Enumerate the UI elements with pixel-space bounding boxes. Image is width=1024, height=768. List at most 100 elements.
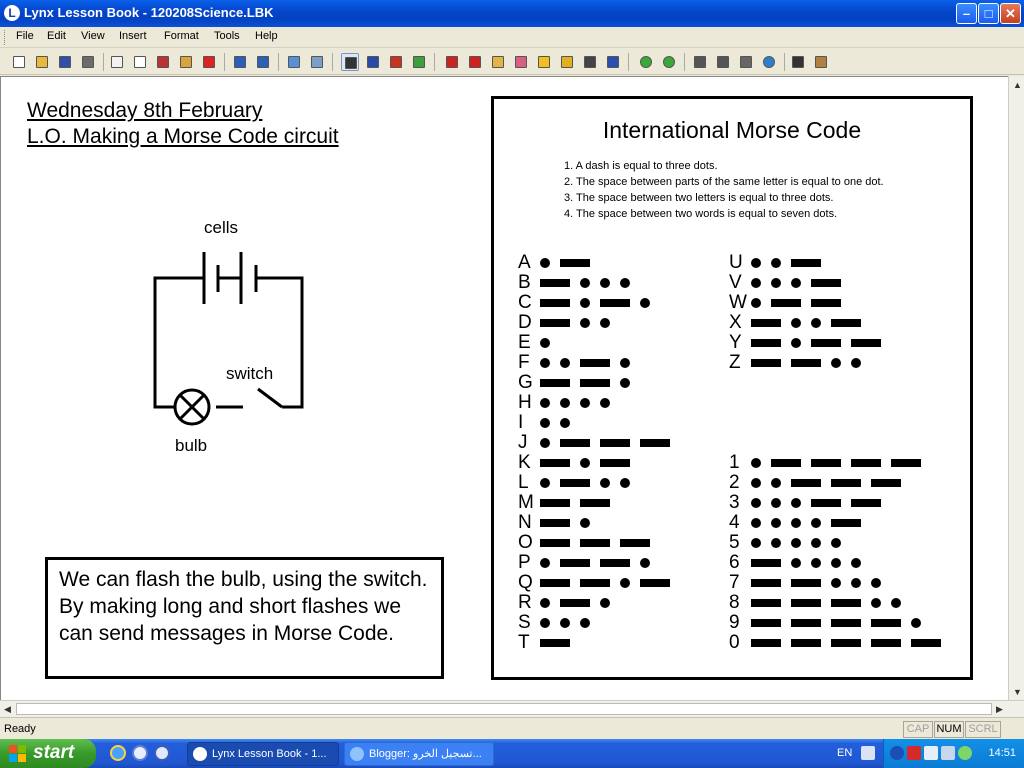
scroll-up-icon[interactable]: ▲ [1013, 80, 1022, 90]
brush-button[interactable] [410, 53, 428, 71]
morse-dash [831, 479, 861, 487]
morse-dot [540, 438, 550, 448]
fill-button[interactable] [466, 53, 484, 71]
maximize-button[interactable]: □ [978, 3, 999, 24]
delete-button[interactable] [200, 53, 218, 71]
morse-character: W [729, 292, 747, 313]
heading-date: Wednesday 8th February [27, 99, 263, 122]
tray-arrow-icon[interactable] [890, 746, 904, 760]
morse-dash [771, 459, 801, 467]
eraser-button[interactable] [512, 53, 530, 71]
globe-button[interactable] [760, 53, 778, 71]
horizontal-scrollbar[interactable]: ◀ ▶ [0, 700, 1024, 717]
morse-dot [751, 278, 761, 288]
picture-button[interactable] [285, 53, 303, 71]
task-lynx[interactable]: Lynx Lesson Book - 1... [187, 742, 339, 766]
speech-button[interactable] [691, 53, 709, 71]
media-icon[interactable] [132, 745, 148, 761]
morse-row-t: T [518, 633, 738, 653]
copy-button[interactable] [131, 53, 149, 71]
lasso-button[interactable] [604, 53, 622, 71]
morse-dot [791, 518, 801, 528]
calculator-button[interactable] [737, 53, 755, 71]
morse-dash [560, 259, 590, 267]
stamp-button[interactable] [812, 53, 830, 71]
volume-icon[interactable] [958, 746, 972, 760]
ie-icon[interactable] [110, 745, 126, 761]
pointer-icon [345, 57, 357, 69]
morse-dot [831, 358, 841, 368]
antivirus-icon[interactable] [907, 746, 921, 760]
pen-button[interactable] [387, 53, 405, 71]
morse-dash [851, 459, 881, 467]
pointer-button[interactable] [341, 53, 359, 71]
close-button[interactable]: ✕ [1000, 3, 1021, 24]
morse-row-a: A [518, 253, 738, 273]
morse-row-k: K [518, 453, 738, 473]
print-button[interactable] [79, 53, 97, 71]
morse-row-2: 2 [729, 473, 949, 493]
morse-dash [540, 579, 570, 587]
undo-button[interactable] [231, 53, 249, 71]
morse-dot [540, 618, 550, 628]
network-icon[interactable] [924, 746, 938, 760]
page-button[interactable] [108, 53, 126, 71]
cells-symbol [202, 252, 258, 304]
open-button[interactable] [33, 53, 51, 71]
marker-button[interactable] [558, 53, 576, 71]
crop-button[interactable] [581, 53, 599, 71]
minimize-button[interactable]: – [956, 3, 977, 24]
save-button[interactable] [56, 53, 74, 71]
scroll-down-icon[interactable]: ▼ [1013, 687, 1022, 697]
zoom-icon [311, 56, 323, 68]
horizontal-scroll-thumb[interactable] [16, 703, 992, 715]
paste-button[interactable] [177, 53, 195, 71]
menu-help[interactable]: Help [255, 30, 278, 42]
text-button[interactable] [364, 53, 382, 71]
redo-button[interactable] [254, 53, 272, 71]
scroll-left-icon[interactable]: ◀ [4, 704, 11, 715]
start-button[interactable]: start [0, 739, 96, 768]
display-icon[interactable] [941, 746, 955, 760]
cut-button[interactable] [154, 53, 172, 71]
morse-dot [791, 498, 801, 508]
morse-dash [791, 599, 821, 607]
highlighter-button[interactable] [535, 53, 553, 71]
menu-tools[interactable]: Tools [214, 30, 240, 42]
morse-dot [620, 358, 630, 368]
menu-file[interactable]: File [16, 30, 34, 42]
menu-format[interactable]: Format [164, 30, 199, 42]
windows-flag-icon [9, 745, 26, 762]
morse-dot [811, 538, 821, 548]
morse-dot [811, 558, 821, 568]
morse-dot [540, 598, 550, 608]
back-button[interactable] [637, 53, 655, 71]
move-button[interactable] [789, 53, 807, 71]
zoom-button[interactable] [308, 53, 326, 71]
shape-button[interactable] [443, 53, 461, 71]
forward-button[interactable] [660, 53, 678, 71]
player-icon[interactable] [154, 745, 170, 761]
morse-dash [540, 299, 570, 307]
morse-character: U [729, 252, 743, 273]
morse-row-x: X [729, 313, 949, 333]
new-button[interactable] [10, 53, 28, 71]
morse-row-9: 9 [729, 613, 949, 633]
language-indicator[interactable]: EN [837, 747, 852, 759]
morse-character: K [518, 452, 531, 473]
keyboard-button[interactable] [714, 53, 732, 71]
keyboard-icon[interactable] [861, 746, 875, 760]
menu-edit[interactable]: Edit [47, 30, 66, 42]
morse-rules: 1. A dash is equal to three dots. 2. The… [564, 158, 884, 222]
menu-insert[interactable]: Insert [119, 30, 147, 42]
task-blogger[interactable]: Blogger: تسجيل الخرو... [344, 742, 494, 766]
calculator-icon [740, 56, 752, 68]
highlighter-icon [538, 56, 550, 68]
bucket-button[interactable] [489, 53, 507, 71]
morse-character: T [518, 632, 530, 653]
vertical-scrollbar[interactable]: ▲ ▼ [1008, 76, 1024, 700]
menu-view[interactable]: View [81, 30, 105, 42]
scroll-right-icon[interactable]: ▶ [996, 704, 1003, 715]
morse-row-n: N [518, 513, 738, 533]
task-lynx-label: Lynx Lesson Book - 1... [212, 748, 327, 760]
